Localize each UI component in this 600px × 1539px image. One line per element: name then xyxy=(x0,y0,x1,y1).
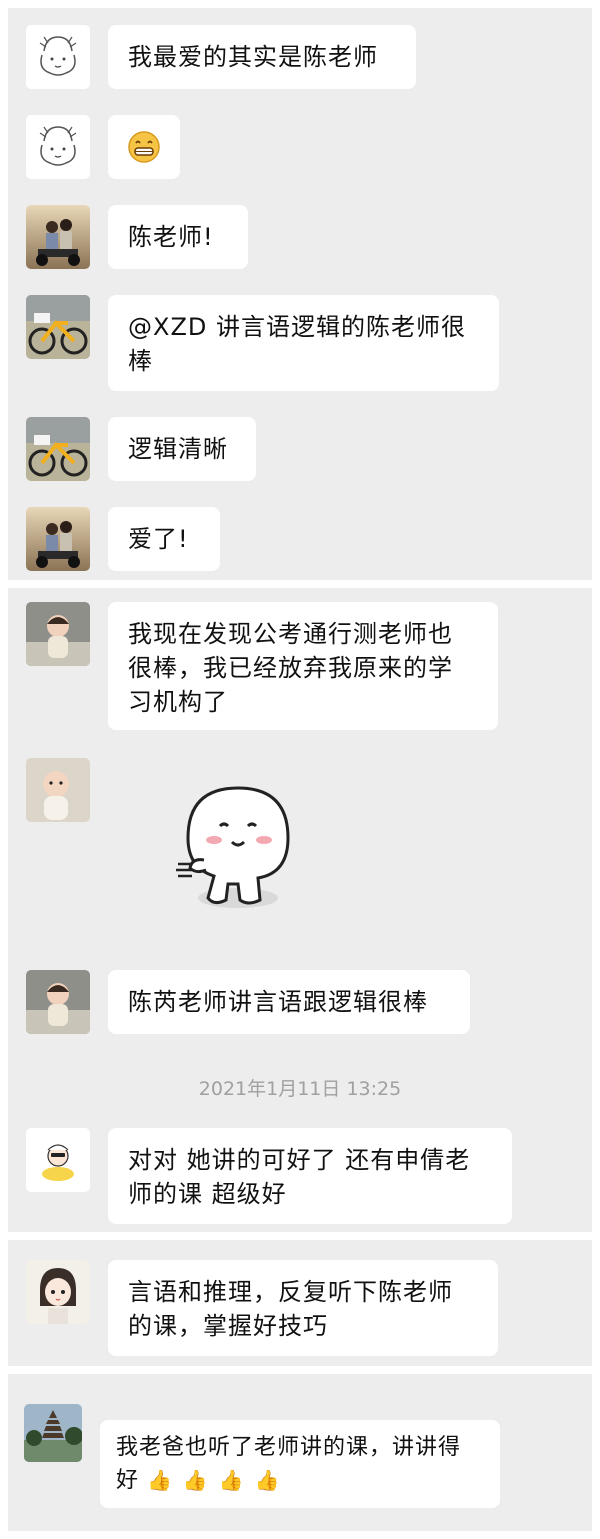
message-text-line: @XZD 讲言语逻辑的陈老师很 xyxy=(128,313,466,341)
message-bubble[interactable]: 陈芮老师讲言语跟逻辑很棒 xyxy=(108,970,470,1034)
thumbs-up-icon: 👍 xyxy=(147,1468,173,1492)
thumbs-up-icon: 👍 xyxy=(182,1468,209,1492)
scooter-photo-avatar-icon[interactable] xyxy=(26,205,90,269)
message-bubble[interactable]: 我老爸也听了老师讲的课，讲讲得 好 👍 👍 👍 👍 xyxy=(100,1420,500,1508)
message-text-line: 言语和推理，反复听下陈老师 xyxy=(128,1278,453,1306)
message-text-line: 的课，掌握好技巧 xyxy=(128,1312,328,1340)
message-bubble[interactable]: 逻辑清晰 xyxy=(108,417,256,481)
white-blob-666-sticker-icon[interactable] xyxy=(148,778,308,928)
message-bubble[interactable]: @XZD 讲言语逻辑的陈老师很 棒 xyxy=(108,295,499,391)
message-text-line: 对对 她讲的可好了 还有申倩老 xyxy=(128,1146,471,1174)
chat-panel-4: 我老爸也听了老师讲的课，讲讲得 好 👍 👍 👍 👍 xyxy=(8,1374,592,1531)
message-text: 我最爱的其实是陈老师 xyxy=(128,43,378,71)
chat-panel-1: 我最爱的其实是陈老师 陈老师! @XZD 讲言语逻辑的陈老师很 棒 逻辑清晰 爱… xyxy=(8,8,592,580)
message-bubble[interactable]: 我最爱的其实是陈老师 xyxy=(108,25,416,89)
message-bubble[interactable]: 陈老师! xyxy=(108,205,248,269)
thumbs-up-icon: 👍 xyxy=(254,1468,281,1492)
message-text: 好 xyxy=(116,1468,140,1493)
message-bubble[interactable]: 对对 她讲的可好了 还有申倩老 师的课 超级好 xyxy=(108,1128,512,1224)
message-text: 逻辑清晰 xyxy=(128,435,228,463)
message-text: 陈老师! xyxy=(128,223,214,251)
message-text-line: 好 👍 👍 👍 👍 xyxy=(116,1464,484,1497)
chat-timestamp: 2021年1月11日 13:25 xyxy=(198,1078,402,1100)
message-text-line: 我老爸也听了老师讲的课，讲讲得 xyxy=(116,1435,462,1460)
message-bubble[interactable] xyxy=(108,115,180,179)
chat-panel-2: 我现在发现公考通行测老师也 很棒，我已经放弃我原来的学 习机构了 陈芮老师讲言语… xyxy=(8,588,592,1232)
anime-girl-avatar-icon[interactable] xyxy=(26,1260,90,1324)
thumbs-up-icon: 👍 xyxy=(218,1468,245,1492)
baby-photo-avatar-icon[interactable] xyxy=(26,602,90,666)
message-bubble[interactable]: 言语和推理，反复听下陈老师 的课，掌握好技巧 xyxy=(108,1260,498,1356)
pagoda-photo-avatar-icon[interactable] xyxy=(24,1404,82,1462)
baby-photo-avatar-icon[interactable] xyxy=(26,970,90,1034)
message-text: 陈芮老师讲言语跟逻辑很棒 xyxy=(128,988,428,1016)
message-text-line: 我现在发现公考通行测老师也 xyxy=(128,620,453,648)
grinning-face-emoji-icon xyxy=(128,131,160,163)
doodle-face-avatar-icon[interactable] xyxy=(26,25,90,89)
message-text-line: 习机构了 xyxy=(128,688,228,716)
scooter-photo-avatar-icon[interactable] xyxy=(26,507,90,571)
message-text-line: 很棒，我已经放弃我原来的学 xyxy=(128,654,453,682)
thumbs-up-emoji-group: 👍 👍 👍 👍 xyxy=(147,1464,283,1497)
duck-cartoon-avatar-icon[interactable] xyxy=(26,1128,90,1192)
bike-photo-avatar-icon[interactable] xyxy=(26,295,90,359)
baby-photo-avatar-icon[interactable] xyxy=(26,758,90,822)
message-text: 爱了! xyxy=(128,525,189,553)
bike-photo-avatar-icon[interactable] xyxy=(26,417,90,481)
message-bubble[interactable]: 爱了! xyxy=(108,507,220,571)
doodle-face-avatar-icon[interactable] xyxy=(26,115,90,179)
chat-panel-3: 言语和推理，反复听下陈老师 的课，掌握好技巧 xyxy=(8,1240,592,1366)
message-text-line: 师的课 超级好 xyxy=(128,1180,287,1208)
message-bubble[interactable]: 我现在发现公考通行测老师也 很棒，我已经放弃我原来的学 习机构了 xyxy=(108,602,498,730)
message-text-line: 棒 xyxy=(128,347,153,375)
